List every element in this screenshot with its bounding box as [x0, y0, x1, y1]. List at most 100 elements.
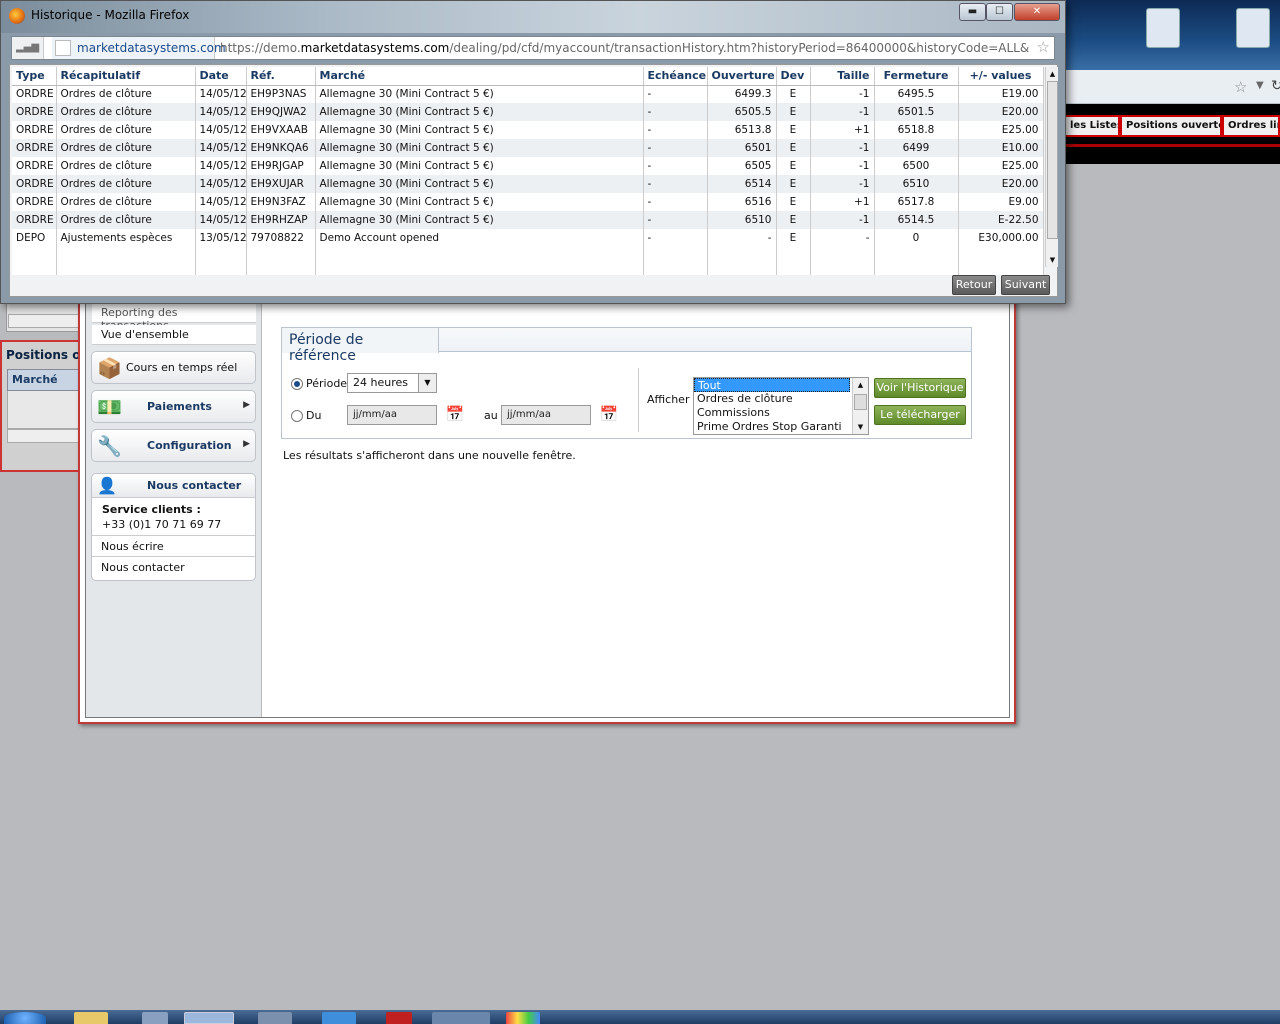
- listbox-option[interactable]: Prime Ordres Stop Garanti: [694, 420, 850, 434]
- table-cell: EH9XUJAR: [246, 175, 316, 193]
- table-vertical-scrollbar[interactable]: ▲ ▼: [1045, 67, 1058, 267]
- table-cell: EH9QJWA2: [246, 103, 316, 121]
- column-header[interactable]: Récapitulatif: [56, 67, 196, 86]
- taskbar-media-icon[interactable]: [506, 1012, 540, 1024]
- taskbar-app-icon[interactable]: [386, 1012, 412, 1024]
- table-row[interactable]: ORDRE Ordres de clôture 14/05/12 EH9XUJAR Al…: [12, 175, 1044, 193]
- sidebar-link-overview[interactable]: Vue d'ensemble: [92, 325, 256, 345]
- scroll-up-icon[interactable]: ▲: [853, 378, 868, 392]
- back-button[interactable]: Retour: [952, 275, 996, 295]
- period-label: Période: [306, 377, 348, 390]
- column-header[interactable]: Taille: [810, 67, 875, 86]
- chevron-down-icon[interactable]: ▼: [418, 374, 436, 392]
- listbox-option[interactable]: Tout: [694, 378, 850, 392]
- taskbar-app-icon[interactable]: [142, 1012, 168, 1024]
- sidebar-item-payments[interactable]: 💵 Paiements ▶: [91, 390, 256, 423]
- taskbar-app-icon[interactable]: [258, 1012, 292, 1024]
- address-bar[interactable]: ▂▄▆ marketdatasystems.com https://demo.m…: [11, 36, 1055, 60]
- calendar-icon[interactable]: 📅: [594, 405, 624, 425]
- table-cell: 6513.8: [707, 121, 777, 139]
- scroll-thumb[interactable]: [854, 394, 867, 410]
- column-header[interactable]: Type: [12, 67, 57, 86]
- table-cell: Ordres de clôture: [56, 193, 196, 211]
- reload-icon[interactable]: ↻: [1271, 78, 1280, 94]
- date-range-radio[interactable]: [291, 410, 303, 422]
- market-column-header[interactable]: Marché: [7, 369, 80, 391]
- table-row[interactable]: ORDRE Ordres de clôture 14/05/12 EH9P3NAS Al…: [12, 85, 1044, 103]
- listbox-option[interactable]: Ordres de clôture: [694, 392, 850, 406]
- listbox-scrollbar[interactable]: ▲ ▼: [852, 378, 868, 434]
- table-row[interactable]: ORDRE Ordres de clôture 14/05/12 EH9VXAAB Al…: [12, 121, 1044, 139]
- customer-service-label: Service clients :: [102, 503, 201, 516]
- contact-us-link[interactable]: Nous contacter: [92, 557, 255, 578]
- table-row[interactable]: ORDRE Ordres de clôture 14/05/12 EH9N3FAZ Al…: [12, 193, 1044, 211]
- table-cell: 6505.5: [707, 103, 777, 121]
- column-header[interactable]: Ouverture: [707, 67, 777, 86]
- column-header[interactable]: Dev: [776, 67, 811, 86]
- horizontal-scrollbar[interactable]: [8, 314, 80, 328]
- taskbar-app-icon[interactable]: [432, 1012, 490, 1024]
- table-row[interactable]: ORDRE Ordres de clôture 14/05/12 EH9RHZAP Al…: [12, 211, 1044, 229]
- period-radio[interactable]: [291, 378, 303, 390]
- scroll-up-icon[interactable]: ▲: [1046, 67, 1059, 81]
- column-header[interactable]: Réf.: [246, 67, 316, 86]
- download-button[interactable]: Le télécharger: [874, 405, 966, 425]
- minimize-icon[interactable]: ▬: [959, 3, 986, 21]
- horizontal-scrollbar[interactable]: [7, 429, 80, 443]
- tab-lists[interactable]: les Listes: [1064, 115, 1120, 137]
- calendar-icon[interactable]: 📅: [440, 405, 470, 425]
- site-identity-domain[interactable]: marketdatasystems.com: [52, 37, 226, 59]
- sidebar-item-label: Cours en temps réel: [126, 361, 238, 374]
- tab-open-positions[interactable]: Positions ouvertes: [1120, 115, 1222, 137]
- scroll-thumb[interactable]: [1047, 81, 1058, 239]
- table-cell: E: [776, 193, 811, 211]
- table-row[interactable]: DEPO Ajustements espèces 13/05/12 79708822 D…: [12, 229, 1044, 247]
- next-button[interactable]: Suivant: [1001, 275, 1050, 295]
- app-window: Reporting des transactions Vue d'ensembl…: [78, 296, 1016, 724]
- table-cell: ORDRE: [12, 211, 57, 229]
- table-row[interactable]: ORDRE Ordres de clôture 14/05/12 EH9RJGAP Al…: [12, 157, 1044, 175]
- table-cell: Allemagne 30 (Mini Contract 5 €): [315, 139, 644, 157]
- table-cell: Allemagne 30 (Mini Contract 5 €): [315, 211, 644, 229]
- scroll-down-icon[interactable]: ▼: [1046, 253, 1059, 267]
- table-row[interactable]: ORDRE Ordres de clôture 14/05/12 EH9QJWA2 Al…: [12, 103, 1044, 121]
- sidebar-item-label: Paiements: [147, 400, 212, 413]
- maximize-icon[interactable]: ☐: [986, 3, 1013, 21]
- taskbar-firefox-icon[interactable]: [184, 1012, 234, 1024]
- column-header[interactable]: Marché: [315, 67, 644, 86]
- dropdown-arrow-icon[interactable]: ▼: [1256, 80, 1264, 91]
- column-header[interactable]: Fermeture: [874, 67, 959, 86]
- tab-limit-orders[interactable]: Ordres lim: [1222, 115, 1280, 137]
- sidebar-link-transaction-reporting[interactable]: Reporting des transactions: [92, 303, 256, 332]
- table-row[interactable]: ORDRE Ordres de clôture 14/05/12 EH9NKQA6 Al…: [12, 139, 1044, 157]
- window-title: Historique - Mozilla Firefox: [31, 8, 190, 22]
- contact-panel-header[interactable]: 👤 Nous contacter: [92, 474, 255, 498]
- table-cell: Ordres de clôture: [56, 175, 196, 193]
- date-from-input[interactable]: jj/mm/aa: [347, 405, 437, 425]
- show-filter-listbox[interactable]: Tout Ordres de clôture Commissions Prime…: [693, 377, 869, 435]
- desktop-file-icon: [1236, 8, 1270, 48]
- url-text[interactable]: https://demo.marketdatasystems.com/deali…: [220, 37, 1030, 59]
- close-icon[interactable]: ✕: [1014, 3, 1060, 21]
- taskbar-ie-icon[interactable]: [322, 1012, 356, 1024]
- window-titlebar[interactable]: Historique - Mozilla Firefox ▬ ☐ ✕: [1, 1, 1065, 33]
- taskbar-folder-icon[interactable]: [74, 1012, 108, 1024]
- bookmark-star-icon[interactable]: ☆: [1037, 38, 1050, 56]
- date-to-input[interactable]: jj/mm/aa: [501, 405, 591, 425]
- column-header[interactable]: +/- values: [958, 67, 1044, 86]
- listbox-option[interactable]: Commissions: [694, 406, 850, 420]
- sidebar-item-realtime-quotes[interactable]: 📦 Cours en temps réel: [91, 351, 256, 384]
- bookmark-star-icon[interactable]: ☆: [1234, 78, 1247, 96]
- write-to-us-link[interactable]: Nous écrire: [92, 536, 255, 557]
- table-cell: 14/05/12: [195, 85, 247, 103]
- scroll-down-icon[interactable]: ▼: [853, 420, 868, 434]
- reference-period-panel: Période de référence Période 24 heures ▼…: [281, 327, 972, 439]
- column-header[interactable]: Echéance: [643, 67, 708, 86]
- sidebar-item-configuration[interactable]: 🔧 Configuration ▶: [91, 429, 256, 462]
- table-cell: E: [776, 139, 811, 157]
- period-select[interactable]: 24 heures ▼: [347, 373, 437, 393]
- column-header[interactable]: Date: [195, 67, 247, 86]
- table-cell: 6501.5: [874, 103, 959, 121]
- view-history-button[interactable]: Voir l'Historique: [874, 378, 966, 398]
- start-button[interactable]: [4, 1012, 46, 1024]
